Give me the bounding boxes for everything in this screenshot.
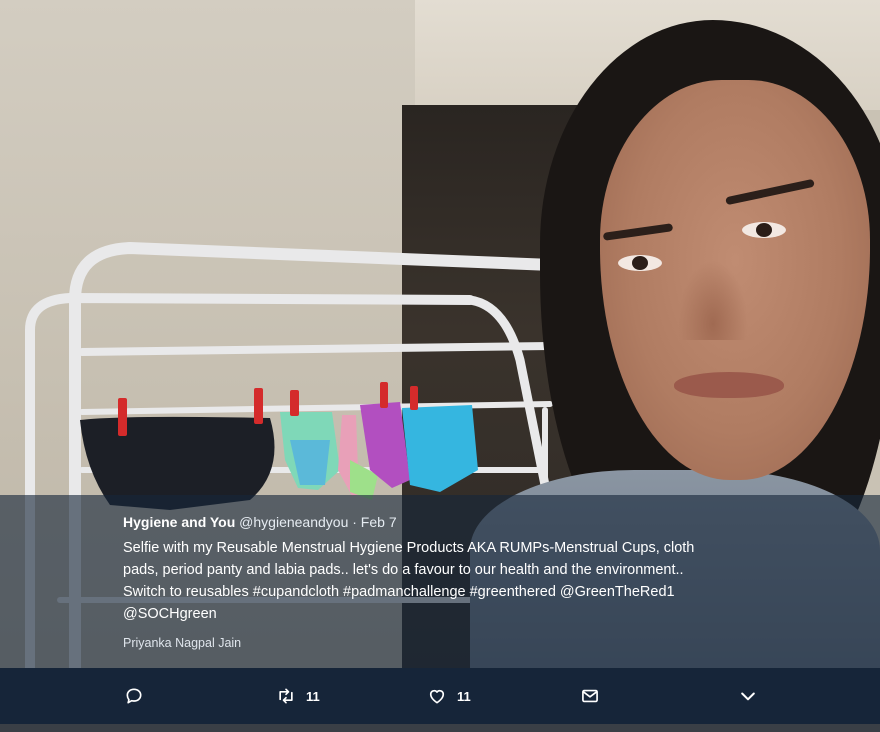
envelope-icon [582,689,598,703]
tweet-header: Hygiene and You @hygieneandyou · Feb 7 [123,513,753,531]
like-count: 11 [457,688,471,704]
photo-credit: Priyanka Nagpal Jain [123,636,242,650]
tweet-body: Selfie with my Reusable Menstrual Hygien… [123,537,753,625]
direct-message-button[interactable] [580,668,600,724]
retweet-count: 11 [306,688,320,704]
reply-button[interactable] [124,668,144,724]
mouth [674,372,784,398]
tweet-text-block: Hygiene and You @hygieneandyou · Feb 7 S… [123,513,753,625]
display-name[interactable]: Hygiene and You [123,514,235,530]
reply-icon [126,688,142,704]
tweet-caption-overlay: Hygiene and You @hygieneandyou · Feb 7 S… [0,495,880,668]
eye [618,255,662,271]
tweet-line: @SOCHgreen [123,606,217,622]
more-options-button[interactable] [738,668,758,724]
eye [742,222,786,238]
tweet-line: pads, period panty and labia pads.. let'… [123,562,684,578]
chevron-down-icon [741,692,755,701]
retweet-icon [279,688,293,704]
like-button[interactable]: 11 [427,668,471,724]
retweet-button[interactable]: 11 [276,668,320,724]
tweet-line: Switch to reusables #cupandcloth #padman… [123,584,675,600]
tweet-action-bar: 11 11 [0,668,880,724]
tweet-date[interactable]: · Feb 7 [352,514,396,530]
tweet-line: Selfie with my Reusable Menstrual Hygien… [123,540,695,556]
nose [678,260,748,340]
bottom-divider [0,724,880,732]
heart-icon [429,689,445,704]
user-handle[interactable]: @hygieneandyou [239,514,348,530]
